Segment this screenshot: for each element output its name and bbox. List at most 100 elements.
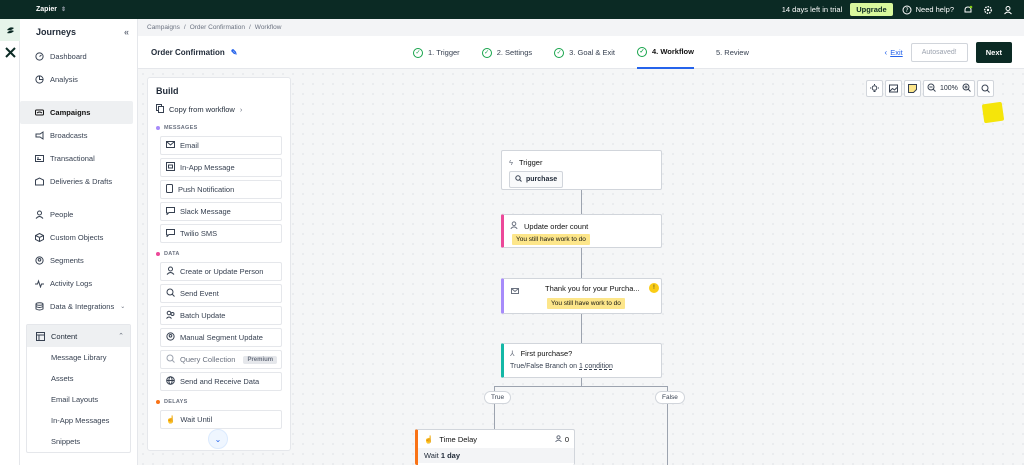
zoom-in-icon[interactable] — [962, 83, 971, 94]
person-icon — [510, 221, 518, 231]
collapse-sidebar-icon[interactable]: « — [124, 27, 129, 37]
integrations-icon — [4, 46, 16, 58]
rail-integrations[interactable] — [0, 41, 20, 63]
block-batch-update[interactable]: Batch Update — [160, 306, 282, 325]
delay-description: Wait 1 day — [418, 448, 574, 463]
rail-journeys[interactable] — [0, 19, 20, 41]
branch-icon: ⅄ — [510, 349, 515, 358]
sidebar-item-label: Transactional — [50, 154, 95, 163]
time-delay-node[interactable]: ☝ Time Delay 0 Wait 1 day — [415, 429, 575, 465]
step-workflow[interactable]: ✓ 4. Workflow — [637, 36, 694, 69]
workspace-switcher[interactable]: Zapier ⇕ — [36, 6, 66, 13]
page-title: Order Confirmation — [151, 47, 225, 57]
block-manual-segment-update[interactable]: Manual Segment Update — [160, 328, 282, 347]
sidebar-item-broadcasts[interactable]: Broadcasts — [20, 124, 137, 147]
block-query-collection[interactable]: Query Collection Premium — [160, 350, 282, 369]
sidebar-item-snippets[interactable]: Snippets — [27, 431, 130, 452]
upgrade-button[interactable]: Upgrade — [850, 3, 893, 16]
sidebar-item-deliveries[interactable]: Deliveries & Drafts — [20, 170, 137, 193]
hand-icon: ☝ — [166, 415, 176, 424]
warning-icon: ! — [649, 283, 659, 293]
sidebar-item-label: Dashboard — [50, 52, 87, 61]
check-circle-icon: ✓ — [481, 47, 492, 58]
block-push-notification[interactable]: Push Notification — [160, 180, 282, 199]
content-section-toggle[interactable]: Content ⌃ — [27, 325, 130, 347]
sidebar-item-label: Broadcasts — [50, 131, 88, 140]
branch-node[interactable]: ⅄ First purchase? True/False Branch on 1… — [501, 343, 662, 378]
sidebar-item-in-app-messages[interactable]: In-App Messages — [27, 410, 130, 431]
exit-link[interactable]: ‹ Exit — [885, 48, 903, 57]
sidebar-item-analysis[interactable]: Analysis — [20, 68, 137, 91]
connector-line — [581, 190, 582, 214]
svg-text:?: ? — [905, 7, 908, 14]
breadcrumb-campaigns[interactable]: Campaigns — [147, 24, 180, 31]
person-icon — [554, 435, 562, 444]
delays-color-dot — [156, 400, 160, 404]
sidebar-item-people[interactable]: People — [20, 203, 137, 226]
query-icon — [166, 354, 175, 365]
block-create-update-person[interactable]: Create or Update Person — [160, 262, 282, 281]
check-circle-icon: ✓ — [554, 47, 565, 58]
edit-pencil-icon[interactable]: ✎ — [231, 48, 238, 57]
sticky-note-icon[interactable] — [904, 80, 921, 97]
trigger-event-tag[interactable]: purchase — [509, 171, 564, 188]
sidebar-item-activity-logs[interactable]: Activity Logs — [20, 272, 137, 295]
sidebar-item-custom-objects[interactable]: Custom Objects — [20, 226, 137, 249]
broadcast-icon — [34, 131, 44, 141]
sidebar-item-transactional[interactable]: Transactional — [20, 147, 137, 170]
sidebar-item-label: People — [50, 210, 74, 219]
step-settings[interactable]: ✓ 2. Settings — [481, 36, 532, 69]
step-goal-exit[interactable]: ✓ 3. Goal & Exit — [554, 36, 615, 69]
sidebar-item-label: Deliveries & Drafts — [50, 177, 113, 186]
block-twilio-sms[interactable]: Twilio SMS — [160, 224, 282, 243]
sidebar-item-label: Activity Logs — [50, 279, 93, 288]
transactional-icon — [34, 154, 44, 164]
sidebar-item-label: Custom Objects — [50, 233, 104, 242]
app-logo[interactable] — [0, 0, 20, 19]
sticky-note[interactable] — [981, 101, 1005, 124]
breadcrumb: Campaigns / Order Confirmation / Workflo… — [147, 24, 282, 31]
lightbulb-icon[interactable] — [866, 80, 883, 97]
email-node[interactable]: Thank you for your Purcha... ! You still… — [501, 278, 662, 314]
search-icon[interactable] — [976, 80, 994, 97]
block-in-app-message[interactable]: In-App Message — [160, 158, 282, 177]
block-send-receive-data[interactable]: Send and Receive Data — [160, 372, 282, 391]
copy-from-workflow-button[interactable]: Copy from workflow › — [148, 102, 290, 121]
block-wait-until[interactable]: ☝ Wait Until — [160, 410, 282, 429]
canvas-toolbar: 100% — [866, 80, 994, 97]
in-app-icon — [166, 162, 175, 173]
sidebar-item-campaigns[interactable]: Campaigns — [20, 101, 133, 124]
step-trigger[interactable]: ✓ 1. Trigger — [413, 36, 460, 69]
block-slack-message[interactable]: Slack Message — [160, 202, 282, 221]
sidebar-item-dashboard[interactable]: Dashboard — [20, 45, 137, 68]
sidebar-item-message-library[interactable]: Message Library — [27, 347, 130, 368]
notification-bell-icon[interactable] — [962, 4, 974, 16]
delay-people-count: 0 — [554, 435, 574, 444]
sidebar-item-email-layouts[interactable]: Email Layouts — [27, 389, 130, 410]
sidebar-item-assets[interactable]: Assets — [27, 368, 130, 389]
update-order-count-node[interactable]: Update order count You still have work t… — [501, 214, 662, 248]
content-icon — [35, 331, 45, 341]
zoom-out-icon[interactable] — [927, 83, 936, 94]
trigger-node[interactable]: ϟ Trigger purchase — [501, 150, 662, 190]
sidebar-item-segments[interactable]: Segments — [20, 249, 137, 272]
sidebar-title: Journeys — [36, 27, 77, 37]
condition-link[interactable]: 1 condition — [579, 363, 613, 370]
autosaved-button: Autosaved! — [910, 42, 968, 62]
settings-gear-icon[interactable] — [982, 4, 994, 16]
connector-line — [581, 314, 582, 343]
scroll-down-button[interactable]: ⌄ — [208, 429, 228, 449]
help-link[interactable]: ? Need help? — [901, 4, 954, 16]
breadcrumb-order-confirmation[interactable]: Order Confirmation — [190, 24, 245, 31]
chevron-right-icon: › — [239, 105, 243, 114]
block-send-event[interactable]: Send Event — [160, 284, 282, 303]
next-button[interactable]: Next — [975, 41, 1012, 63]
step-review[interactable]: 5. Review — [716, 36, 749, 69]
sidebar-item-data-integrations[interactable]: Data & Integrations ⌄ — [20, 295, 137, 318]
help-icon: ? — [901, 4, 913, 16]
send-event-icon — [166, 288, 175, 299]
trigger-label: Trigger — [518, 158, 543, 167]
image-icon[interactable] — [885, 80, 902, 97]
user-icon[interactable] — [1002, 4, 1014, 16]
block-email[interactable]: Email — [160, 136, 282, 155]
